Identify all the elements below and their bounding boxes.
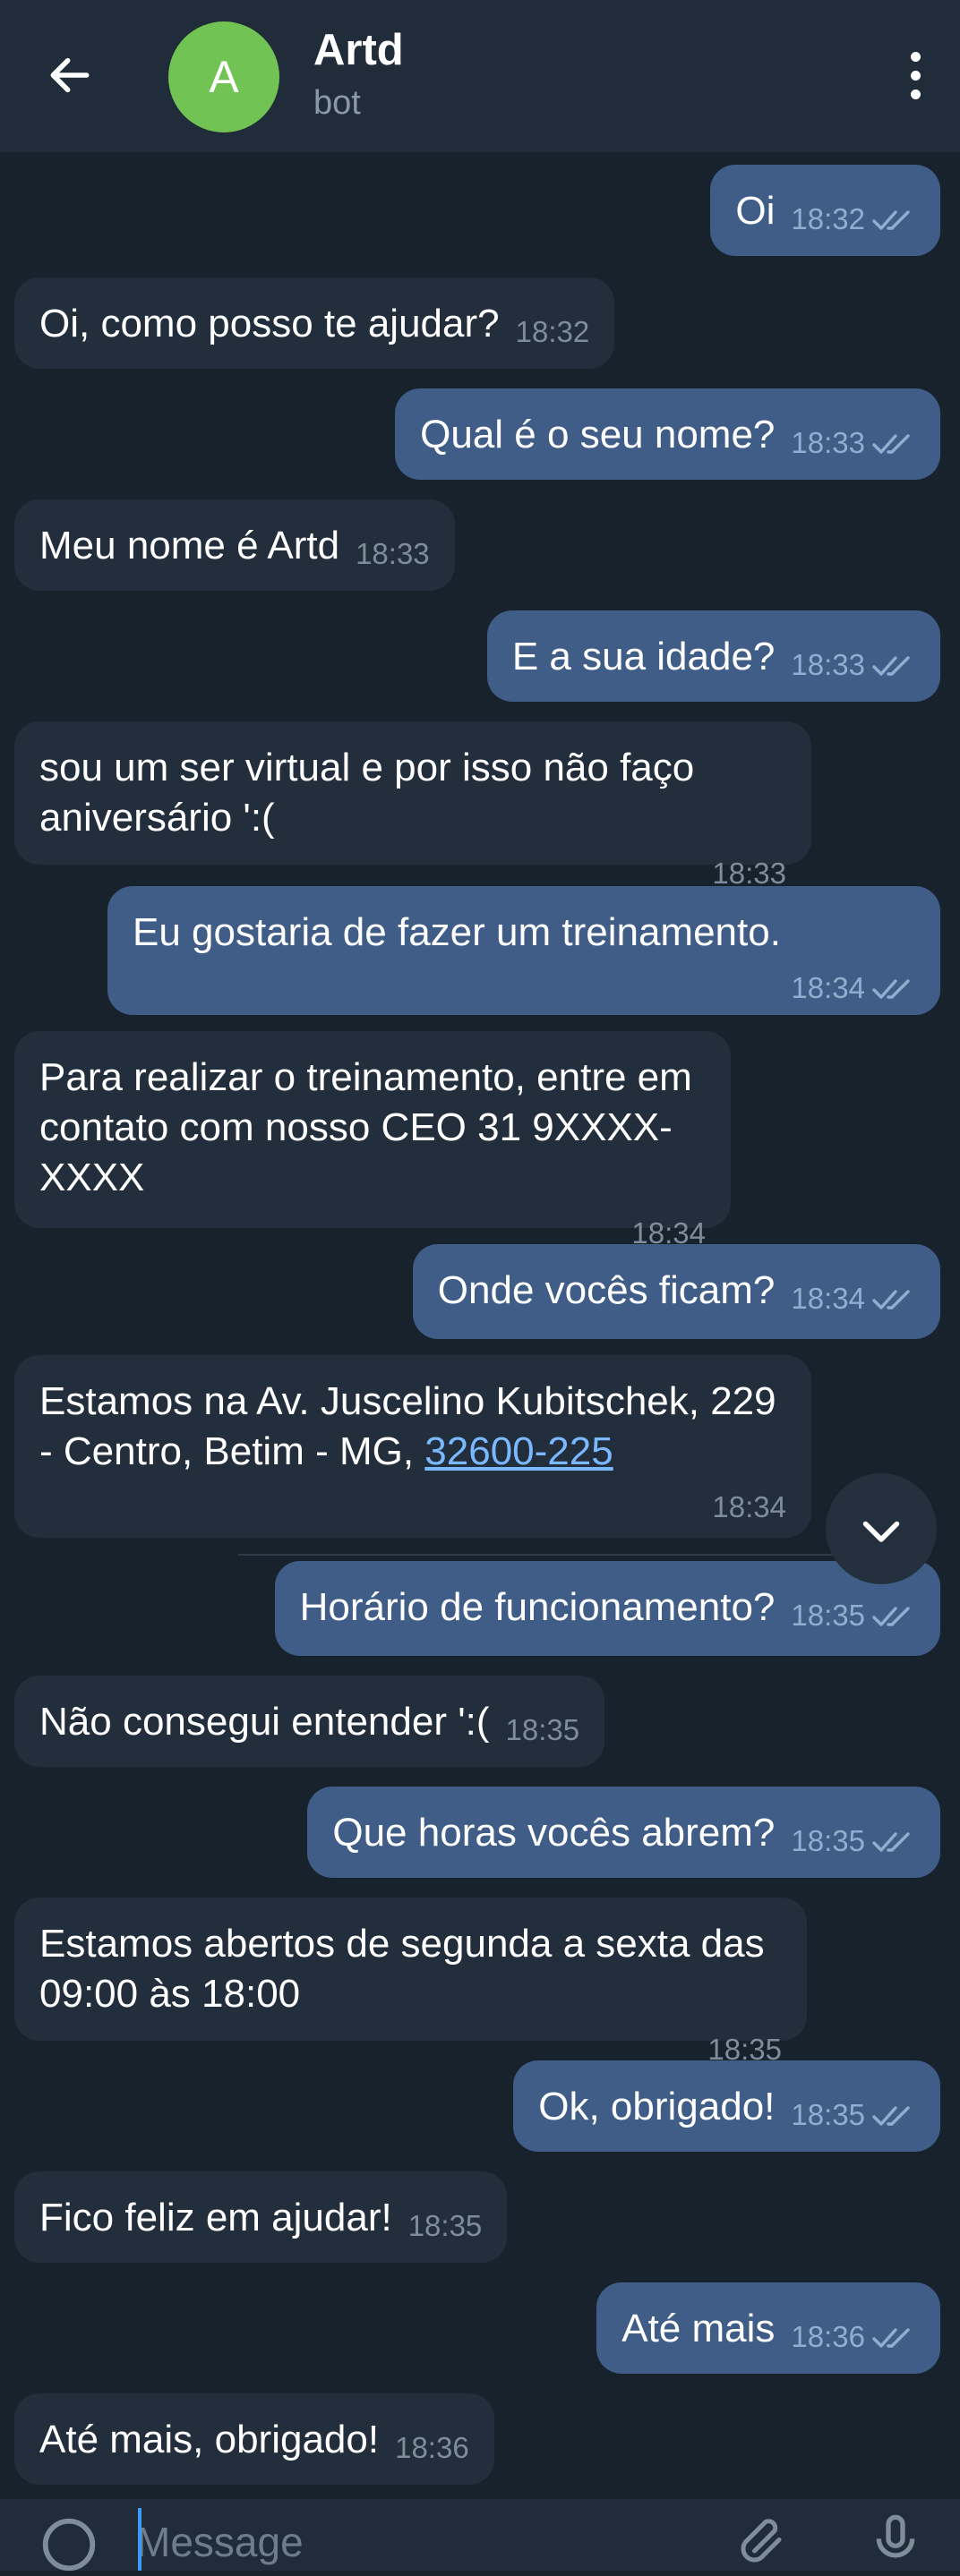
message-text: sou um ser virtual e por isso não faço a…: [39, 746, 706, 840]
avatar[interactable]: A: [168, 21, 279, 132]
message-composer: [0, 2499, 960, 2572]
outgoing-message[interactable]: Qual é o seu nome? 18:33: [395, 388, 940, 480]
timestamp: 18:35: [791, 1599, 865, 1632]
message-time: 18:33: [356, 529, 430, 579]
message-time: 18:35: [791, 1816, 915, 1866]
timestamp: 18:33: [791, 426, 865, 459]
message-time: 18:34: [56, 1482, 786, 1532]
incoming-message[interactable]: Não consegui entender ':( 18:35: [14, 1676, 605, 1767]
message-text: E a sua idade?: [511, 635, 776, 678]
message-text: Não consegui entender ':(: [39, 1700, 490, 1744]
message-text: Que horas vocês abrem?: [332, 1811, 776, 1855]
emoji-icon[interactable]: [38, 2513, 100, 2576]
incoming-message[interactable]: Meu nome é Artd 18:33: [14, 499, 455, 591]
message-time: 18:35: [791, 2090, 915, 2140]
message-text: Fico feliz em ajudar!: [39, 2196, 392, 2239]
microphone-icon[interactable]: [867, 2512, 924, 2571]
outgoing-message[interactable]: Ok, obrigado! 18:35: [513, 2060, 940, 2152]
timestamp: 18:36: [395, 2431, 469, 2464]
incoming-message[interactable]: Para realizar o treinamento, entre em co…: [14, 1031, 731, 1250]
message-text: Onde vocês ficam?: [437, 1268, 776, 1312]
message-time: 18:36: [395, 2423, 469, 2473]
message-link[interactable]: 32600-225: [424, 1429, 613, 1473]
paperclip-icon[interactable]: [734, 2513, 788, 2571]
message-text: Até mais: [621, 2307, 776, 2350]
message-time: 18:35: [408, 2201, 483, 2251]
incoming-message[interactable]: sou um ser virtual e por isso não faço a…: [14, 721, 811, 890]
outgoing-message[interactable]: Até mais 18:36: [596, 2282, 940, 2374]
message-text: Estamos na Av. Juscelino Kubitschek, 229…: [39, 1379, 787, 1473]
double-check-icon: [872, 1290, 910, 1309]
chat-title[interactable]: Artd: [313, 25, 404, 75]
message-time: 18:32: [791, 194, 915, 244]
chevron-down-icon: [862, 1521, 900, 1542]
double-check-icon: [872, 2328, 910, 2348]
outgoing-message[interactable]: Horário de funcionamento? 18:35: [274, 1561, 940, 1656]
timestamp: 18:34: [791, 1282, 865, 1315]
chat-header: A Artd bot: [0, 0, 960, 152]
double-check-icon: [872, 434, 910, 454]
timestamp: 18:32: [791, 202, 865, 235]
timestamp: 18:35: [505, 1713, 580, 1746]
timestamp: 18:34: [712, 1490, 786, 1523]
message-text: Qual é o seu nome?: [420, 413, 776, 456]
scroll-down-button[interactable]: [826, 1473, 937, 1584]
incoming-message[interactable]: Oi, como posso te ajudar? 18:32: [14, 277, 615, 369]
double-check-icon: [872, 656, 910, 676]
timestamp: 18:35: [791, 2098, 865, 2131]
timestamp: 18:33: [356, 537, 430, 570]
message-time: 18:32: [516, 307, 590, 357]
message-text: Meu nome é Artd: [39, 524, 340, 567]
double-check-icon: [872, 210, 910, 230]
message-text: Horário de funcionamento?: [299, 1585, 776, 1629]
double-check-icon: [872, 1832, 910, 1852]
message-time: 18:33: [791, 418, 915, 468]
message-input[interactable]: [134, 2512, 675, 2572]
message-time: 18:34: [791, 1274, 915, 1324]
timestamp: 18:35: [791, 1824, 865, 1857]
outgoing-message[interactable]: Onde vocês ficam? 18:34: [412, 1244, 940, 1339]
incoming-message[interactable]: Até mais, obrigado! 18:36: [14, 2393, 494, 2485]
more-vertical-icon[interactable]: [899, 52, 931, 104]
message-text: Eu gostaria de fazer um treinamento.: [133, 910, 781, 954]
message-text: Até mais, obrigado!: [39, 2418, 380, 2461]
message-text: Para realizar o treinamento, entre em co…: [39, 1055, 704, 1199]
incoming-message[interactable]: Fico feliz em ajudar! 18:35: [14, 2171, 508, 2263]
incoming-message[interactable]: Estamos na Av. Juscelino Kubitschek, 229…: [14, 1355, 811, 1538]
outgoing-message[interactable]: Oi 18:32: [710, 165, 940, 256]
outgoing-message[interactable]: E a sua idade? 18:33: [486, 610, 940, 702]
chat-subtitle: bot: [313, 84, 361, 122]
outgoing-message[interactable]: Que horas vocês abrem? 18:35: [307, 1787, 940, 1878]
timestamp: 18:33: [712, 857, 786, 890]
timestamp: 18:33: [791, 648, 865, 681]
divider: [238, 1554, 928, 1556]
message-text: Oi: [735, 189, 776, 233]
double-check-icon: [872, 2106, 910, 2126]
double-check-icon: [872, 979, 910, 999]
message-time: 18:34: [149, 963, 915, 1013]
arrow-left-icon[interactable]: [45, 50, 95, 100]
timestamp: 18:35: [407, 2209, 483, 2242]
message-text: Oi, como posso te ajudar?: [39, 302, 500, 345]
timestamp: 18:36: [791, 2320, 865, 2353]
outgoing-message[interactable]: Eu gostaria de fazer um treinamento. 18:3…: [107, 886, 940, 1015]
message-time: 18:35: [791, 1591, 915, 1641]
message-time: 18:36: [791, 2312, 915, 2362]
message-time: 18:35: [506, 1705, 580, 1755]
message-time: 18:33: [791, 640, 915, 690]
message-text: Ok, obrigado!: [538, 2085, 776, 2128]
timestamp: 18:32: [515, 315, 590, 348]
timestamp: 18:34: [791, 971, 865, 1004]
text-caret: [138, 2508, 141, 2571]
message-text: Estamos abertos de segunda a sexta das 0…: [39, 1922, 776, 2016]
incoming-message[interactable]: Estamos abertos de segunda a sexta das 0…: [14, 1898, 807, 2066]
double-check-icon: [872, 1607, 910, 1626]
